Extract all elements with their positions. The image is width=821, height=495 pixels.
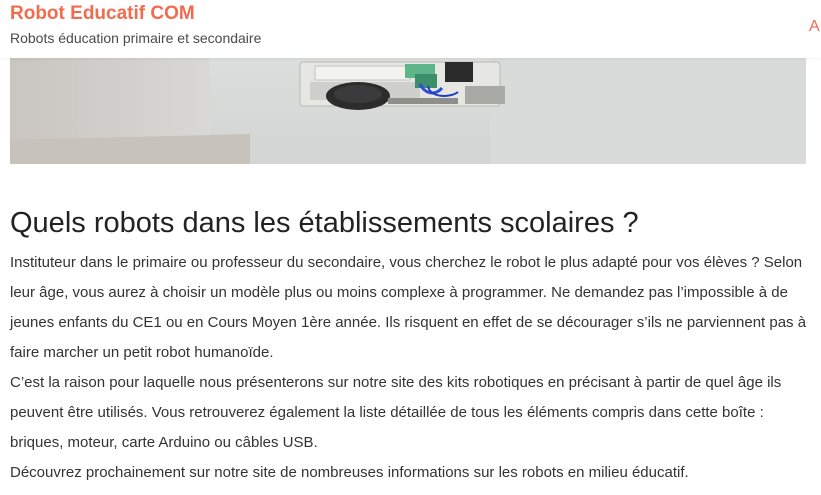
article-paragraph: C’est la raison pour laquelle nous prése… <box>10 374 782 451</box>
article-paragraph: Instituteur dans le primaire ou professe… <box>10 254 807 361</box>
site-title-link[interactable]: Robot Educatif COM <box>10 2 195 26</box>
site-header: Robot Educatif COM Robots éducation prim… <box>0 0 821 58</box>
page: Robot Educatif COM Robots éducation prim… <box>0 0 821 495</box>
site-tagline: Robots éducation primaire et secondaire <box>10 30 262 46</box>
robot-photo-icon <box>10 58 806 164</box>
article-body: Instituteur dans le primaire ou professe… <box>10 248 808 488</box>
robot-photo-image <box>10 58 806 164</box>
nav-menu-link[interactable]: A <box>809 17 820 37</box>
article-paragraph: Découvrez prochainement sur notre site d… <box>10 464 689 481</box>
article-title: Quels robots dans les établissements sco… <box>10 207 639 239</box>
